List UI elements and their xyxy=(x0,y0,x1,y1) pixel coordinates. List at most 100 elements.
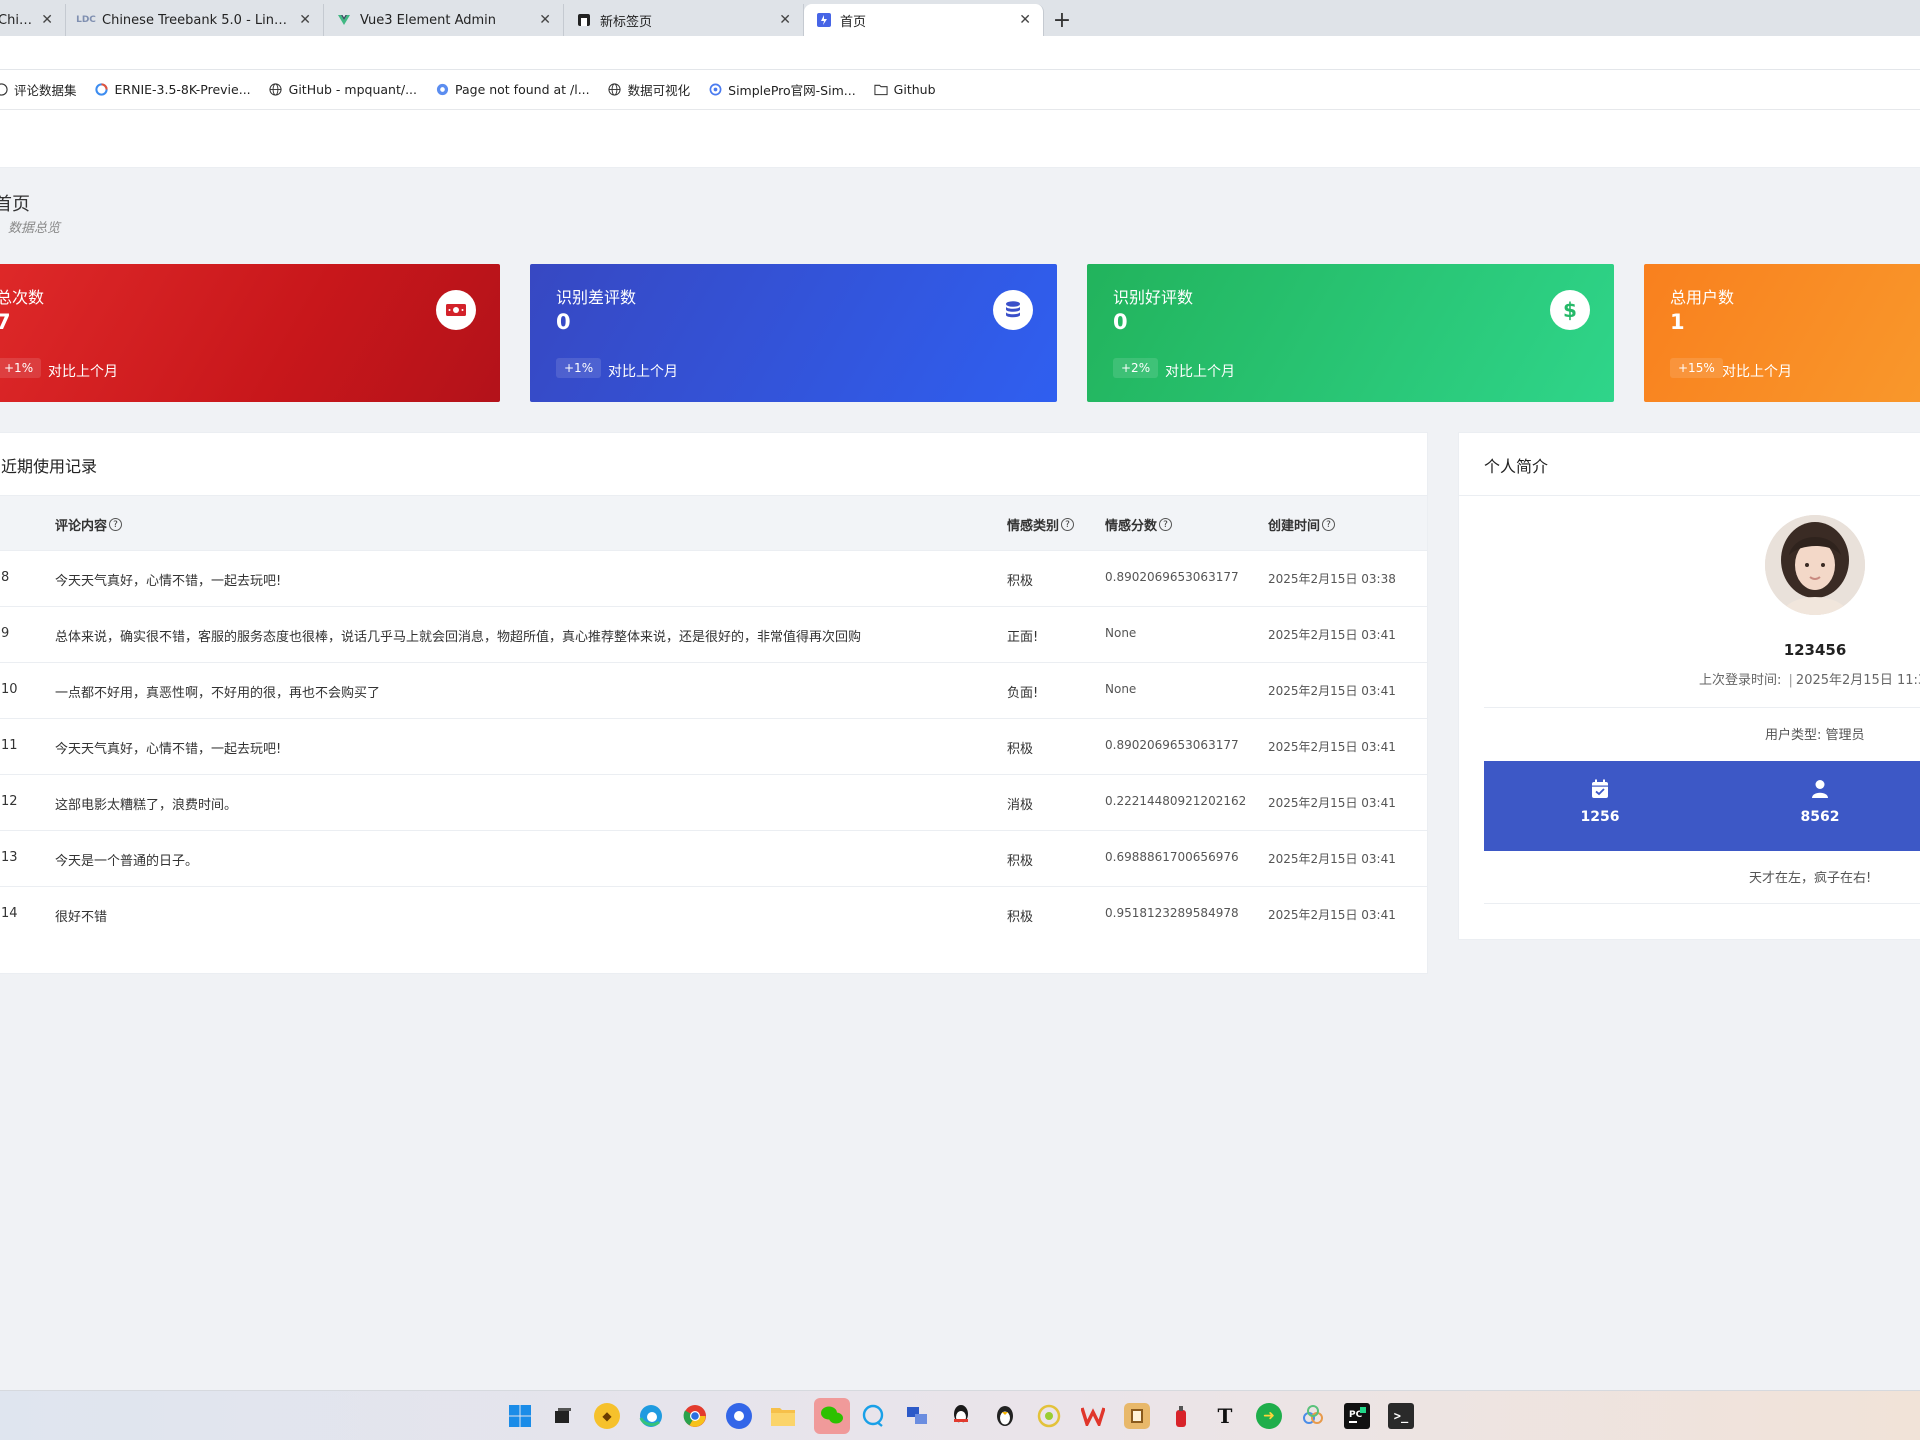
browser-tab[interactable]: Chinese Wo ✕ xyxy=(0,4,66,36)
globe-icon xyxy=(0,83,8,97)
column-label: 情感类别 xyxy=(1007,519,1060,534)
close-icon[interactable]: ✕ xyxy=(41,12,53,28)
bookmark[interactable]: Github xyxy=(874,82,936,97)
question-icon[interactable]: ? xyxy=(1322,518,1336,531)
browser-tab-bar: Chinese Wo ✕ LDC Chinese Treebank 5.0 - … xyxy=(0,0,1920,36)
avatar[interactable] xyxy=(1765,515,1865,615)
network-icon[interactable] xyxy=(1300,1403,1326,1429)
bookmark[interactable]: 评论数据集 xyxy=(0,80,77,99)
column-header-content[interactable]: 评论内容? xyxy=(55,515,123,534)
bookmark[interactable]: SimplePro官网-Sim... xyxy=(708,80,856,99)
cell-category: 负面! xyxy=(1007,686,1039,701)
windows-start-icon[interactable] xyxy=(507,1403,533,1429)
cell-id: 9 xyxy=(1,626,10,641)
card-title: 总次数 xyxy=(0,288,45,307)
close-icon[interactable]: ✕ xyxy=(539,12,551,28)
fire-extinguisher-icon[interactable] xyxy=(1168,1403,1194,1429)
cell-time: 2025年2月15日 03:41 xyxy=(1268,852,1396,866)
bookmark-label: 评论数据集 xyxy=(14,83,77,98)
cell-content: 很好不错 xyxy=(55,910,108,925)
notes-icon[interactable] xyxy=(1124,1403,1150,1429)
page-title: 首页 xyxy=(0,194,30,215)
wps-icon[interactable] xyxy=(1080,1403,1106,1429)
ernie-icon xyxy=(95,83,109,97)
cell-time: 2025年2月15日 03:38 xyxy=(1268,572,1396,586)
user-icon xyxy=(1760,779,1880,803)
chat-icon[interactable] xyxy=(860,1403,886,1429)
stat-item[interactable]: 1256 xyxy=(1540,779,1660,825)
table-row[interactable]: 9 总体来说，确实很不错，客服的服务态度也很棒，说话几乎马上就会回消息，物超所值… xyxy=(0,607,1427,663)
column-header-score[interactable]: 情感分数? xyxy=(1105,515,1173,534)
ldc-icon: LDC xyxy=(76,15,96,25)
recent-records-panel: 近期使用记录 ID? 评论内容? 情感类别? 情感分数? 创建时间? 8 今天天… xyxy=(0,432,1428,974)
table-row[interactable]: 14 很好不错 积极 0.9518123289584978 2025年2月15日… xyxy=(0,887,1427,943)
column-header-category[interactable]: 情感类别? xyxy=(1007,515,1075,534)
close-icon[interactable]: ✕ xyxy=(299,12,311,28)
table-row[interactable]: 11 今天天气真好，心情不错，一起去玩吧! 积极 0.8902069653063… xyxy=(0,719,1427,775)
pycharm-icon[interactable]: PC xyxy=(1344,1403,1370,1429)
card-compare: 对比上个月 xyxy=(48,364,118,380)
table-row[interactable]: 13 今天是一个普通的日子。 积极 0.6988861700656976 202… xyxy=(0,831,1427,887)
card-badge: +1% xyxy=(556,358,602,378)
stat-card-total-count: 总次数 7 +1% 对比上个月 xyxy=(0,264,500,402)
table-row[interactable]: 8 今天天气真好，心情不错，一起去玩吧! 积极 0.89020696530631… xyxy=(0,551,1427,607)
table-row[interactable]: 10 一点都不好用，真恶性啊，不好用的很，再也不会购买了 负面! None 20… xyxy=(0,663,1427,719)
shield-app-icon[interactable]: ◆ xyxy=(594,1403,620,1429)
arrow-app-icon[interactable]: ➜ xyxy=(1256,1403,1282,1429)
database-icon xyxy=(993,290,1033,330)
globe-icon xyxy=(269,83,283,97)
profile-panel: 个人简介 123456 上次登录时间: | 2025年2月15日 11:3 用户类… xyxy=(1458,432,1920,940)
chrome-icon[interactable] xyxy=(682,1403,708,1429)
cell-content: 今天天气真好，心情不错，一起去玩吧! xyxy=(55,574,282,589)
browser-tab-active[interactable]: 首页 ✕ xyxy=(804,4,1044,36)
bookmark[interactable]: ERNIE-3.5-8K-Previe... xyxy=(95,82,251,97)
question-icon[interactable]: ? xyxy=(1159,518,1173,531)
wechat-icon[interactable] xyxy=(814,1398,850,1434)
qq-icon[interactable] xyxy=(948,1403,974,1429)
browser-tab[interactable]: LDC Chinese Treebank 5.0 - Linguistic ✕ xyxy=(66,4,324,36)
column-label: 创建时间 xyxy=(1268,519,1321,534)
bookmark[interactable]: Page not found at /l... xyxy=(435,82,590,97)
question-icon[interactable]: ? xyxy=(1061,518,1075,531)
stat-card-total-users: 总用户数 1 +15% 对比上个月 xyxy=(1644,264,1920,402)
close-icon[interactable]: ✕ xyxy=(1019,12,1031,28)
file-explorer-icon[interactable] xyxy=(770,1403,796,1429)
stat-item[interactable]: 8562 xyxy=(1760,779,1880,825)
cell-id: 13 xyxy=(1,850,18,865)
table-row[interactable]: 12 这部电影太糟糕了，浪费时间。 消极 0.22214480921202162… xyxy=(0,775,1427,831)
remote-app-icon[interactable] xyxy=(904,1403,930,1429)
cell-category: 积极 xyxy=(1007,910,1034,925)
column-label: 情感分数 xyxy=(1105,519,1158,534)
task-view-icon[interactable] xyxy=(550,1403,576,1429)
last-login: 上次登录时间: | 2025年2月15日 11:3 xyxy=(1699,669,1920,688)
cell-category: 积极 xyxy=(1007,854,1034,869)
clover-icon[interactable] xyxy=(1036,1403,1062,1429)
bookmark[interactable]: 数据可视化 xyxy=(608,80,690,99)
address-bar[interactable] xyxy=(0,36,1920,70)
edge-icon[interactable] xyxy=(638,1403,664,1429)
browser-tab[interactable]: Vue3 Element Admin ✕ xyxy=(324,4,564,36)
bookmark[interactable]: GitHub - mpquant/... xyxy=(269,82,417,97)
question-icon[interactable]: ? xyxy=(109,518,123,531)
cell-score: None xyxy=(1105,682,1137,696)
user-type: 用户类型: 管理员 xyxy=(1765,728,1865,743)
column-header-time[interactable]: 创建时间? xyxy=(1268,515,1336,534)
close-icon[interactable]: ✕ xyxy=(779,12,791,28)
tab-label: Chinese Wo xyxy=(0,12,33,28)
dollar-icon: $ xyxy=(1550,290,1590,330)
divider xyxy=(1484,903,1920,904)
page-subtitle: 数据总览 xyxy=(8,221,61,236)
terminal-icon[interactable]: >_ xyxy=(1388,1403,1414,1429)
browser-tab[interactable]: 新标签页 ✕ xyxy=(564,4,804,36)
card-badge: +15% xyxy=(1670,358,1723,378)
new-tab-button[interactable]: + xyxy=(1044,4,1080,36)
bookmark-label: SimplePro官网-Sim... xyxy=(728,83,856,98)
django-icon xyxy=(435,83,449,97)
cell-id: 14 xyxy=(1,906,18,921)
typora-icon[interactable]: T xyxy=(1212,1403,1238,1429)
table-header: ID? 评论内容? 情感类别? 情感分数? 创建时间? xyxy=(0,495,1427,551)
bookmark-label: ERNIE-3.5-8K-Previe... xyxy=(114,82,251,97)
penguin-icon[interactable] xyxy=(992,1403,1018,1429)
circle-app-icon[interactable] xyxy=(726,1403,752,1429)
calendar-check-icon xyxy=(1540,779,1660,803)
